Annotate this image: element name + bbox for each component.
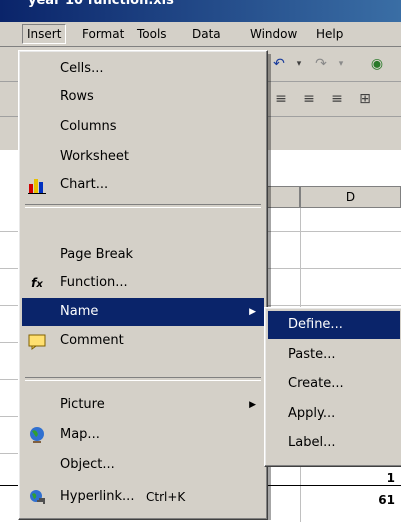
submenu-item-label: Apply... — [288, 406, 336, 421]
menu-item-picture[interactable]: Picture ▶ — [22, 391, 264, 419]
merge-center-icon[interactable]: ⊞ — [356, 90, 374, 108]
cell-d-value[interactable]: 61 — [378, 493, 395, 507]
menu-item-label: Comment — [60, 333, 124, 348]
submenu-item-label-cmd[interactable]: Label... — [268, 429, 400, 457]
menu-item-hyperlink[interactable]: Hyperlink... Ctrl+K — [22, 483, 264, 511]
menu-item-object[interactable]: Object... — [22, 451, 264, 479]
cell-d-value[interactable]: 1 — [387, 471, 395, 485]
menu-tools[interactable]: Tools — [135, 25, 169, 43]
insert-menu: Cells... Rows Columns Worksheet Chart...… — [18, 50, 268, 520]
comment-icon — [28, 332, 46, 350]
submenu-arrow-icon: ▶ — [249, 400, 256, 410]
menu-item-label: Hyperlink... — [60, 489, 135, 504]
submenu-item-apply[interactable]: Apply... — [268, 400, 400, 428]
menu-data[interactable]: Data — [190, 25, 223, 43]
menu-item-label: Worksheet — [60, 149, 130, 164]
name-submenu: Define... Paste... Create... Apply... La… — [264, 307, 401, 467]
menu-help[interactable]: Help — [314, 25, 345, 43]
submenu-item-create[interactable]: Create... — [268, 370, 400, 398]
menu-bar: Insert Format Tools Data Window Help — [0, 22, 401, 47]
menu-separator — [25, 204, 261, 208]
map-globe-icon — [28, 426, 46, 444]
menu-item-label: Columns — [60, 119, 117, 134]
window-title-bar: year 10 function.xls — [0, 0, 401, 22]
menu-window[interactable]: Window — [248, 25, 299, 43]
menu-item-label: Cells... — [60, 61, 104, 76]
menu-item-chart[interactable]: Chart... — [22, 171, 264, 199]
function-icon: fx — [31, 276, 43, 290]
menu-item-label: Name — [60, 304, 99, 319]
submenu-item-label: Define... — [288, 317, 343, 332]
menu-item-comment[interactable]: Comment — [22, 327, 264, 355]
menu-item-label: Chart... — [60, 177, 109, 192]
menu-insert[interactable]: Insert — [22, 24, 67, 44]
menu-item-name[interactable]: Name ▶ — [22, 298, 264, 326]
submenu-item-paste[interactable]: Paste... — [268, 341, 400, 369]
hyperlink-icon — [28, 488, 46, 506]
align-right-icon[interactable]: ≡ — [328, 90, 346, 108]
menu-item-cells[interactable]: Cells... — [22, 55, 264, 83]
undo-icon[interactable]: ↶ — [270, 55, 288, 73]
align-center-icon[interactable]: ≡ — [300, 90, 318, 108]
redo-dropdown-icon[interactable]: ▾ — [332, 55, 350, 73]
menu-item-label: Rows — [60, 89, 94, 104]
submenu-item-label: Paste... — [288, 347, 336, 362]
submenu-item-label: Label... — [288, 435, 336, 450]
menu-item-columns[interactable]: Columns — [22, 113, 264, 141]
menu-item-label: Page Break — [60, 247, 134, 262]
menu-item-map[interactable]: Map... — [22, 421, 264, 449]
submenu-arrow-icon: ▶ — [249, 307, 256, 317]
redo-icon[interactable]: ↷ — [312, 55, 330, 73]
menu-item-rows[interactable]: Rows — [22, 83, 264, 111]
menu-item-shortcut: Ctrl+K — [146, 490, 186, 504]
column-header-d[interactable]: D — [300, 186, 401, 208]
undo-dropdown-icon[interactable]: ▾ — [290, 55, 308, 73]
chart-icon — [28, 176, 46, 194]
menu-format[interactable]: Format — [80, 25, 126, 43]
menu-item-label: Map... — [60, 427, 100, 442]
window-title: year 10 function.xls — [28, 0, 174, 8]
menu-item-label: Picture — [60, 397, 105, 412]
menu-item-page-break[interactable]: Page Break — [22, 241, 264, 269]
web-globe-icon[interactable]: ◉ — [368, 55, 386, 73]
menu-separator — [25, 377, 261, 381]
align-left-icon[interactable]: ≡ — [272, 90, 290, 108]
menu-item-function[interactable]: fx Function... — [22, 269, 264, 297]
submenu-item-define[interactable]: Define... — [268, 311, 400, 339]
menu-item-label: Object... — [60, 457, 115, 472]
submenu-item-label: Create... — [288, 376, 344, 391]
menu-item-worksheet[interactable]: Worksheet — [22, 143, 264, 171]
menu-item-label: Function... — [60, 275, 128, 290]
